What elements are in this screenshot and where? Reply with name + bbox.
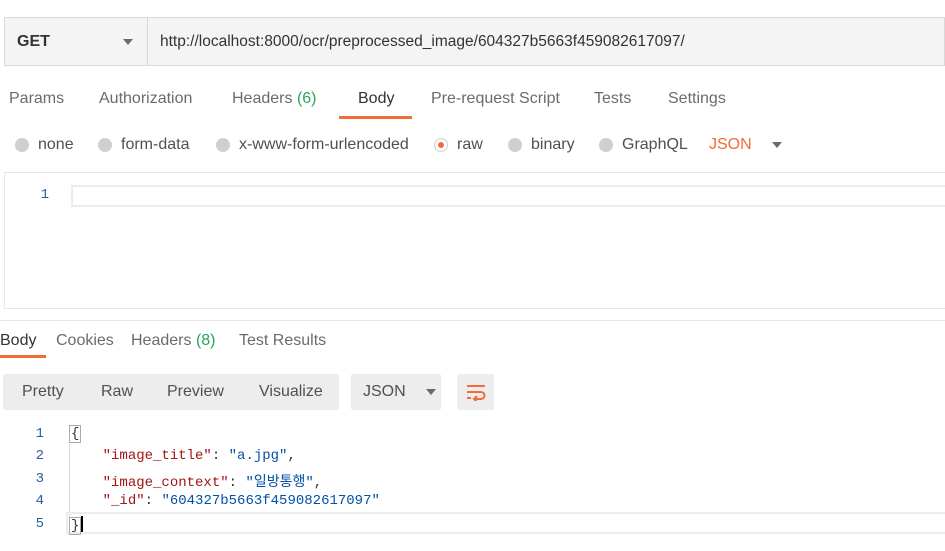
json-key: "_id" <box>102 493 145 509</box>
tab-settings[interactable]: Settings <box>668 90 726 108</box>
line-number: 5 <box>35 516 44 532</box>
line-number: 1 <box>35 426 44 442</box>
radio-none[interactable]: none <box>15 136 74 154</box>
request-body-editor[interactable]: 1 <box>4 172 945 309</box>
code-line: 4 "_id": "604327b5663f459082617097" <box>0 489 945 511</box>
tab-pre-request-script[interactable]: Pre-request Script <box>431 90 560 108</box>
response-tab-body[interactable]: Body <box>0 332 36 350</box>
response-body-viewer[interactable]: 1 { 2 "image_title": "a.jpg", 3 "image_c… <box>0 422 945 551</box>
line-number: 4 <box>35 493 44 509</box>
tab-params[interactable]: Params <box>9 90 64 108</box>
code-line: 2 "image_title": "a.jpg", <box>0 444 945 466</box>
preview-button[interactable]: Preview <box>167 383 224 401</box>
open-brace: { <box>69 425 82 443</box>
wrap-lines-icon <box>466 385 485 401</box>
headers-count: (8) <box>195 332 216 349</box>
radio-icon <box>15 138 29 152</box>
response-format-select[interactable]: JSON <box>351 374 441 410</box>
radio-form-data[interactable]: form-data <box>98 136 189 154</box>
code-line: 1 { <box>0 422 945 444</box>
chevron-down-icon <box>425 389 436 395</box>
close-brace: } <box>69 517 82 535</box>
line-number: 2 <box>35 448 44 464</box>
http-method-label: GET <box>17 32 50 50</box>
view-mode-group: Pretty Raw Preview Visualize <box>3 374 339 410</box>
radio-x-www-form-urlencoded[interactable]: x-www-form-urlencoded <box>216 136 409 154</box>
request-url-bar: GET http://localhost:8000/ocr/preprocess… <box>4 17 945 66</box>
text-cursor <box>81 516 84 532</box>
line-number: 3 <box>35 471 44 487</box>
radio-icon <box>216 138 230 152</box>
raw-button[interactable]: Raw <box>101 383 133 401</box>
active-tab-indicator <box>0 355 46 358</box>
tab-authorization[interactable]: Authorization <box>99 90 192 108</box>
response-tab-cookies[interactable]: Cookies <box>56 332 114 350</box>
active-line-highlight <box>66 512 945 534</box>
response-tabs: Body Cookies Headers (8) Test Results <box>0 322 945 362</box>
tab-body[interactable]: Body <box>358 90 394 108</box>
wrap-lines-button[interactable] <box>457 374 494 410</box>
active-line-highlight <box>71 185 945 207</box>
body-format-select[interactable]: JSON <box>709 136 782 154</box>
radio-icon <box>98 138 112 152</box>
response-tab-headers[interactable]: Headers (8) <box>131 332 216 350</box>
radio-icon <box>508 138 522 152</box>
headers-count: (6) <box>296 90 317 107</box>
radio-checked-icon <box>434 138 448 152</box>
json-value: "a.jpg" <box>228 448 288 464</box>
tab-headers[interactable]: Headers (6) <box>232 90 317 108</box>
tab-tests[interactable]: Tests <box>594 90 631 108</box>
line-number: 1 <box>40 187 49 203</box>
url-input[interactable]: http://localhost:8000/ocr/preprocessed_i… <box>148 18 944 65</box>
request-tabs: Params Authorization Headers (6) Body Pr… <box>0 80 945 120</box>
chevron-down-icon <box>123 39 133 45</box>
radio-icon <box>599 138 613 152</box>
json-value: "604327b5663f459082617097" <box>161 493 380 509</box>
radio-raw[interactable]: raw <box>434 136 483 154</box>
chevron-down-icon <box>771 142 782 148</box>
radio-graphql[interactable]: GraphQL <box>599 136 688 154</box>
response-tab-test-results[interactable]: Test Results <box>239 332 326 350</box>
pane-divider[interactable] <box>0 320 945 321</box>
radio-binary[interactable]: binary <box>508 136 575 154</box>
body-type-options: none form-data x-www-form-urlencoded raw… <box>0 133 945 159</box>
code-line: 3 "image_context": "일방통행", <box>0 467 945 491</box>
json-key: "image_title" <box>102 448 212 464</box>
code-line: 5 } <box>0 512 945 535</box>
visualize-button[interactable]: Visualize <box>259 383 323 401</box>
http-method-select[interactable]: GET <box>5 18 148 65</box>
pretty-button[interactable]: Pretty <box>22 383 64 401</box>
active-tab-indicator <box>339 116 412 119</box>
